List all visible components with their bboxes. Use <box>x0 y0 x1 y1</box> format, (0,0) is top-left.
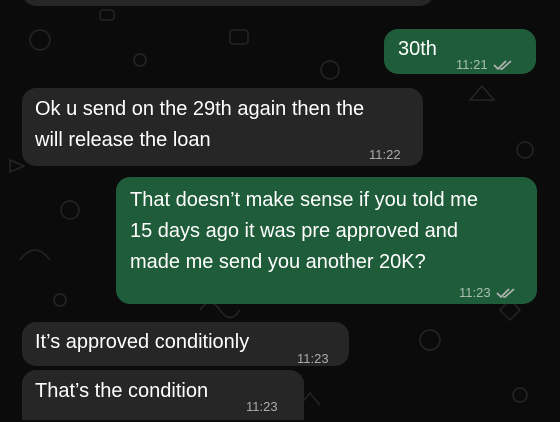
message-time: 11:23 <box>459 285 491 300</box>
message-time: 11:22 <box>369 147 401 162</box>
message-time: 11:23 <box>297 351 329 366</box>
message-text: 30th <box>398 38 437 60</box>
message-bubble-incoming[interactable]: Ok u send on the 29th again then the wil… <box>22 88 423 166</box>
message-text: Ok u send on the 29th again then the wil… <box>35 98 365 151</box>
message-meta: 11:23 <box>459 277 516 308</box>
message-bubble-outgoing[interactable]: That doesn’t make sense if you told me 1… <box>116 177 537 304</box>
message-bubble-outgoing[interactable]: 30th 11:21 <box>384 29 536 74</box>
message-meta: 11:22 <box>369 139 401 170</box>
message-bubble-incoming[interactable]: That’s the condition 11:23 <box>22 370 304 420</box>
double-check-icon <box>496 287 516 299</box>
message-time: 11:21 <box>456 57 488 72</box>
cropped-message-bubble <box>22 0 434 6</box>
message-meta: 11:23 <box>297 343 329 374</box>
message-meta: 11:23 <box>246 391 278 422</box>
message-meta: 11:21 <box>456 49 513 80</box>
message-time: 11:23 <box>246 399 278 414</box>
message-text: That’s the condition <box>35 380 209 402</box>
message-bubble-incoming[interactable]: It’s approved conditionly 11:23 <box>22 322 349 366</box>
double-check-icon <box>493 59 513 71</box>
message-text: That doesn’t make sense if you told me 1… <box>130 189 478 273</box>
message-text: It’s approved conditionly <box>35 331 250 353</box>
